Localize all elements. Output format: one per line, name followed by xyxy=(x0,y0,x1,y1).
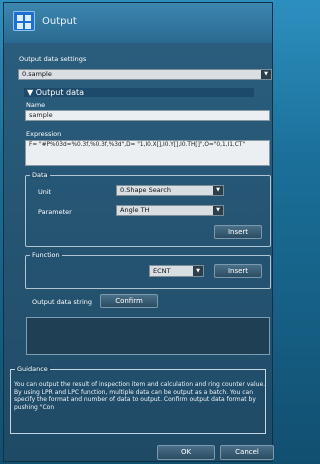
output-data-settings-label: Output data settings xyxy=(19,55,87,63)
output-dialog: Output Output data settings 0.sample ▼ ▼… xyxy=(3,2,274,462)
chevron-down-icon: ▼ xyxy=(261,70,271,79)
confirm-button[interactable]: Confirm xyxy=(100,294,158,308)
expression-input[interactable]: F= "#P%03d=%0.3f,%0.3f,%3d",D= "1,I0.X[]… xyxy=(25,140,270,166)
unit-select-value: 0.Shape Search xyxy=(120,186,171,194)
title-bar: Output xyxy=(4,3,272,43)
output-data-select[interactable]: 0.sample ▼ xyxy=(18,69,272,80)
parameter-select[interactable]: Angle TH ▼ xyxy=(116,205,224,216)
output-window-icon xyxy=(13,11,35,31)
output-data-section-toggle[interactable]: ▼ Output data xyxy=(24,88,254,97)
parameter-label: Parameter xyxy=(38,208,72,216)
name-input[interactable]: sample xyxy=(25,110,270,121)
parameter-select-value: Angle TH xyxy=(120,206,150,214)
chevron-down-icon: ▼ xyxy=(193,266,203,276)
name-label: Name xyxy=(26,101,46,109)
output-data-string-label: Output data string xyxy=(32,298,93,306)
cancel-button[interactable]: Cancel xyxy=(220,445,274,460)
data-insert-button[interactable]: Insert xyxy=(214,225,262,239)
guidance-text: You can output the result of inspection … xyxy=(14,381,266,411)
output-data-string-display xyxy=(26,317,270,355)
data-group-title: Data xyxy=(30,171,50,179)
output-data-select-value: 0.sample xyxy=(22,70,52,78)
guidance-title: Guidance xyxy=(15,365,50,373)
function-select[interactable]: ECNT ▼ xyxy=(149,265,204,277)
expression-label: Expression xyxy=(26,130,62,138)
unit-select[interactable]: 0.Shape Search ▼ xyxy=(116,185,224,196)
function-select-value: ECNT xyxy=(153,267,171,275)
function-insert-button[interactable]: Insert xyxy=(214,264,262,278)
chevron-down-icon: ▼ xyxy=(213,206,223,215)
unit-label: Unit xyxy=(38,188,52,196)
screen-background: { "window": { "title": "Output" }, "outp… xyxy=(0,0,276,464)
window-title: Output xyxy=(42,16,77,27)
function-group-title: Function xyxy=(30,251,62,259)
chevron-down-icon: ▼ xyxy=(213,186,223,195)
ok-button[interactable]: OK xyxy=(157,445,215,460)
